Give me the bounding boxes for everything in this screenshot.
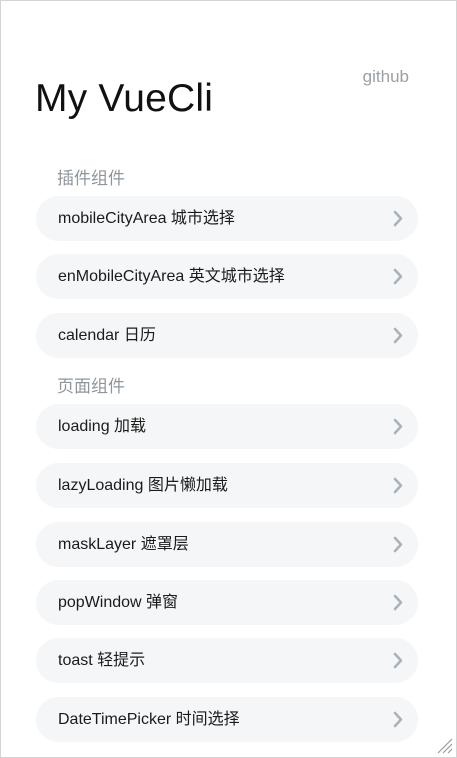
list-item-label: popWindow 弹窗 <box>58 594 179 611</box>
page-title: My VueCli <box>35 77 214 121</box>
list-item-label: enMobileCityArea 英文城市选择 <box>58 268 285 285</box>
list-item-loading[interactable]: loading 加载 <box>36 404 418 449</box>
list-item-label: toast 轻提示 <box>58 652 146 669</box>
chevron-right-icon <box>393 477 403 494</box>
list-item-label: loading 加载 <box>58 418 147 435</box>
resize-grip-icon[interactable] <box>435 736 453 754</box>
chevron-right-icon <box>393 210 403 227</box>
list-item-lazy-loading[interactable]: lazyLoading 图片懒加载 <box>36 463 418 508</box>
chevron-right-icon <box>393 711 403 728</box>
list-item-label: lazyLoading 图片懒加载 <box>58 477 228 494</box>
list-item-calendar[interactable]: calendar 日历 <box>36 313 418 358</box>
list-item-label: maskLayer 遮罩层 <box>58 536 189 553</box>
list-item-label: calendar 日历 <box>58 327 156 344</box>
app-window: My VueCli github 插件组件 mobileCityArea 城市选… <box>0 0 457 758</box>
list-item-en-mobile-city-area[interactable]: enMobileCityArea 英文城市选择 <box>36 254 418 299</box>
list-item-label: mobileCityArea 城市选择 <box>58 210 235 227</box>
chevron-right-icon <box>393 594 403 611</box>
chevron-right-icon <box>393 268 403 285</box>
section-heading-pages: 页面组件 <box>57 377 125 396</box>
list-item-label: DateTimePicker 时间选择 <box>58 711 240 728</box>
list-item-mask-layer[interactable]: maskLayer 遮罩层 <box>36 522 418 567</box>
chevron-right-icon <box>393 536 403 553</box>
chevron-right-icon <box>393 327 403 344</box>
section-heading-plugins: 插件组件 <box>57 169 125 188</box>
list-item-mobile-city-area[interactable]: mobileCityArea 城市选择 <box>36 196 418 241</box>
chevron-right-icon <box>393 418 403 435</box>
list-item-date-time-picker[interactable]: DateTimePicker 时间选择 <box>36 697 418 742</box>
page-header: My VueCli github <box>35 49 411 120</box>
list-item-toast[interactable]: toast 轻提示 <box>36 638 418 683</box>
list-item-pop-window[interactable]: popWindow 弹窗 <box>36 580 418 625</box>
chevron-right-icon <box>393 652 403 669</box>
github-link[interactable]: github <box>363 67 409 87</box>
